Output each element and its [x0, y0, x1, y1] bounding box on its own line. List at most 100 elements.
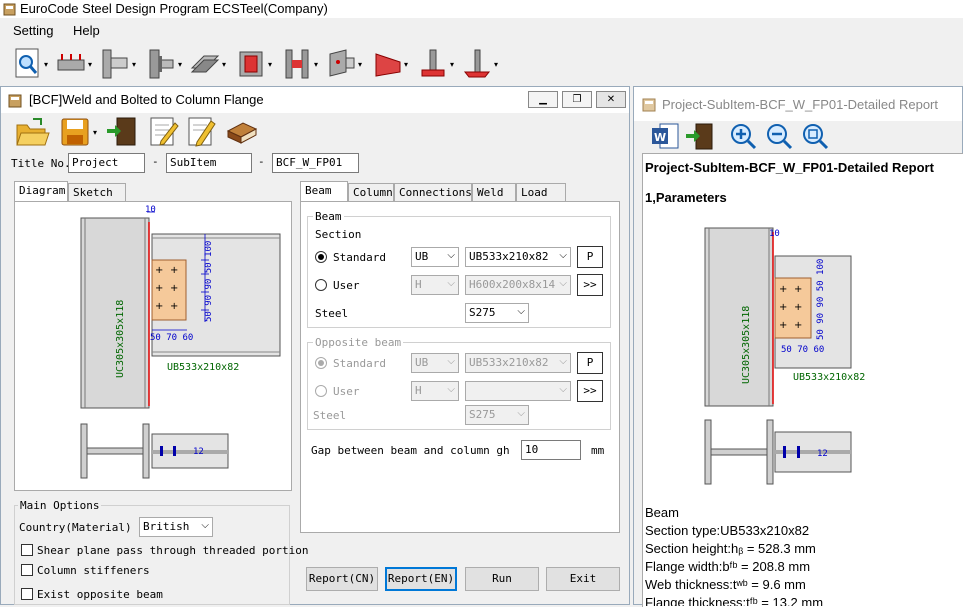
beam-column-button[interactable]: ▾ — [146, 46, 182, 80]
svg-text:▾: ▾ — [93, 128, 97, 137]
subitem-field[interactable]: SubItem — [166, 153, 252, 173]
dash-1: - — [152, 155, 159, 168]
word-icon: W — [652, 123, 679, 149]
word-export-button[interactable]: W — [650, 121, 680, 154]
svg-text:+: + — [170, 265, 178, 276]
tab-diagram[interactable]: Diagram — [14, 181, 68, 201]
diagram-panel: + + + + + + 10 50 90 90 50 100 50 70 60 UC3… — [14, 201, 292, 491]
beam-section-label: UB533x210x82 — [167, 362, 239, 373]
report-beam-label: UB533x210x82 — [793, 372, 865, 383]
svg-text:+: + — [794, 302, 802, 313]
window-icon — [642, 98, 656, 112]
help-book-button[interactable] — [225, 115, 259, 150]
report-line: Flange thickness:tᶠᵇ = 13.2 mm — [645, 595, 824, 606]
opp-p-button[interactable]: P — [577, 352, 603, 374]
report-exit-button[interactable] — [684, 121, 716, 154]
report-cn-button[interactable]: Report(CN) — [306, 567, 378, 591]
user-section-select[interactable]: H600x200x8x14 ⌵ — [465, 275, 571, 295]
user-radio[interactable] — [315, 279, 327, 291]
beam-button[interactable]: ▾ — [56, 46, 92, 80]
exist-opposite-label: Exist opposite beam — [37, 588, 163, 601]
note-icon — [188, 117, 216, 147]
report-column-label: UC305x305x118 — [741, 306, 752, 384]
svg-text:+: + — [155, 283, 163, 294]
tab-beam[interactable]: Beam — [300, 181, 348, 201]
tab-column[interactable]: Column — [348, 183, 394, 201]
haunch-button[interactable]: ▾ — [372, 46, 408, 80]
save-button[interactable]: ▾ — [59, 115, 101, 150]
column-base-button[interactable]: ▾ — [418, 46, 454, 80]
app-titlebar: EuroCode Steel Design Program ECSTeel(Co… — [0, 0, 963, 18]
bolted-button[interactable]: ▾ — [326, 46, 362, 80]
minimize-button[interactable]: ▁ — [528, 91, 558, 108]
country-select[interactable]: British ⌵ — [139, 517, 213, 537]
project-field[interactable]: Project — [68, 153, 145, 173]
opp-user-section-select[interactable]: ⌵ — [465, 381, 571, 401]
menu-help[interactable]: Help — [73, 23, 100, 38]
splice-icon — [190, 55, 220, 73]
std-section-select[interactable]: UB533x210x82 ⌵ — [465, 247, 571, 267]
exit-button[interactable]: Exit — [546, 567, 620, 591]
exit-door-icon — [686, 123, 713, 150]
edit-icon — [150, 117, 179, 146]
base-plate-button[interactable]: ▾ — [462, 46, 498, 80]
splice-button[interactable]: ▾ — [190, 46, 226, 80]
opp-std-section-select[interactable]: UB533x210x82 ⌵ — [465, 353, 571, 373]
zoom-out-button[interactable] — [764, 121, 794, 154]
standard-label: Standard — [333, 251, 386, 264]
bolted-icon — [329, 49, 355, 77]
gap-input[interactable]: 10 — [521, 440, 581, 460]
chevron-down-icon: ⌵ — [559, 250, 567, 261]
connection-window-titlebar: [BCF]Weld and Bolted to Column Flange ▁ … — [1, 87, 629, 113]
p-button[interactable]: P — [577, 246, 603, 268]
svg-text:+: + — [779, 302, 787, 313]
zoom-in-button[interactable] — [728, 121, 758, 154]
endplate-button[interactable]: ▾ — [236, 46, 272, 80]
bracket-button[interactable]: ▾ — [282, 46, 318, 80]
opp-more-button[interactable]: >> — [577, 380, 603, 402]
tab-weld[interactable]: Weld — [472, 183, 516, 201]
std-type-select[interactable]: UB ⌵ — [411, 247, 459, 267]
opp-user-type-value: H — [415, 384, 422, 397]
chevron-down-icon: ⌵ — [517, 408, 525, 419]
chevron-down-icon: ⌵ — [447, 356, 455, 367]
tab-sketch[interactable]: Sketch — [68, 183, 126, 201]
code-field[interactable]: BCF_W_FP01 — [272, 153, 359, 173]
edit-button[interactable] — [147, 115, 181, 150]
tab-load[interactable]: Load — [516, 183, 566, 201]
standard-radio[interactable] — [315, 251, 327, 263]
exit-window-button[interactable] — [105, 115, 139, 150]
close-button[interactable]: ✕ — [596, 91, 626, 108]
report-en-button[interactable]: Report(EN) — [385, 567, 457, 591]
opp-steel-select[interactable]: S275 ⌵ — [465, 405, 529, 425]
more-button[interactable]: >> — [577, 274, 603, 296]
column-beam-button[interactable]: ▾ — [100, 46, 136, 80]
opp-steel-label: Steel — [313, 409, 347, 422]
column-stiffeners-checkbox[interactable] — [21, 564, 33, 576]
column-base-icon — [421, 49, 445, 77]
steel-label: Steel — [315, 307, 349, 320]
chevron-down-icon: ⌵ — [447, 250, 455, 261]
opp-standard-radio[interactable] — [315, 357, 327, 369]
opp-user-radio[interactable] — [315, 385, 327, 397]
steel-select[interactable]: S275 ⌵ — [465, 303, 529, 323]
country-value: British — [143, 520, 190, 533]
user-type-select[interactable]: H ⌵ — [411, 275, 459, 295]
opp-user-type-select[interactable]: H ⌵ — [411, 381, 459, 401]
exit-door-icon — [107, 117, 136, 146]
tab-connections[interactable]: Connections — [394, 183, 472, 201]
opp-std-section-value: UB533x210x82 — [469, 356, 549, 369]
shear-plane-checkbox[interactable] — [21, 544, 33, 556]
zoom-out-icon — [767, 124, 793, 150]
zoom-report-button[interactable]: ▾ — [12, 46, 48, 80]
main-options-label: Main Options — [18, 499, 102, 512]
chevron-down-icon: ⌵ — [447, 384, 455, 395]
open-button[interactable] — [15, 115, 53, 150]
run-button[interactable]: Run — [465, 567, 539, 591]
menu-setting[interactable]: Setting — [13, 23, 53, 38]
edit-note-button[interactable] — [185, 115, 219, 150]
restore-button[interactable]: ❐ — [562, 91, 592, 108]
exist-opposite-checkbox[interactable] — [21, 588, 33, 600]
zoom-fit-button[interactable] — [800, 121, 830, 154]
opp-std-type-select[interactable]: UB ⌵ — [411, 353, 459, 373]
